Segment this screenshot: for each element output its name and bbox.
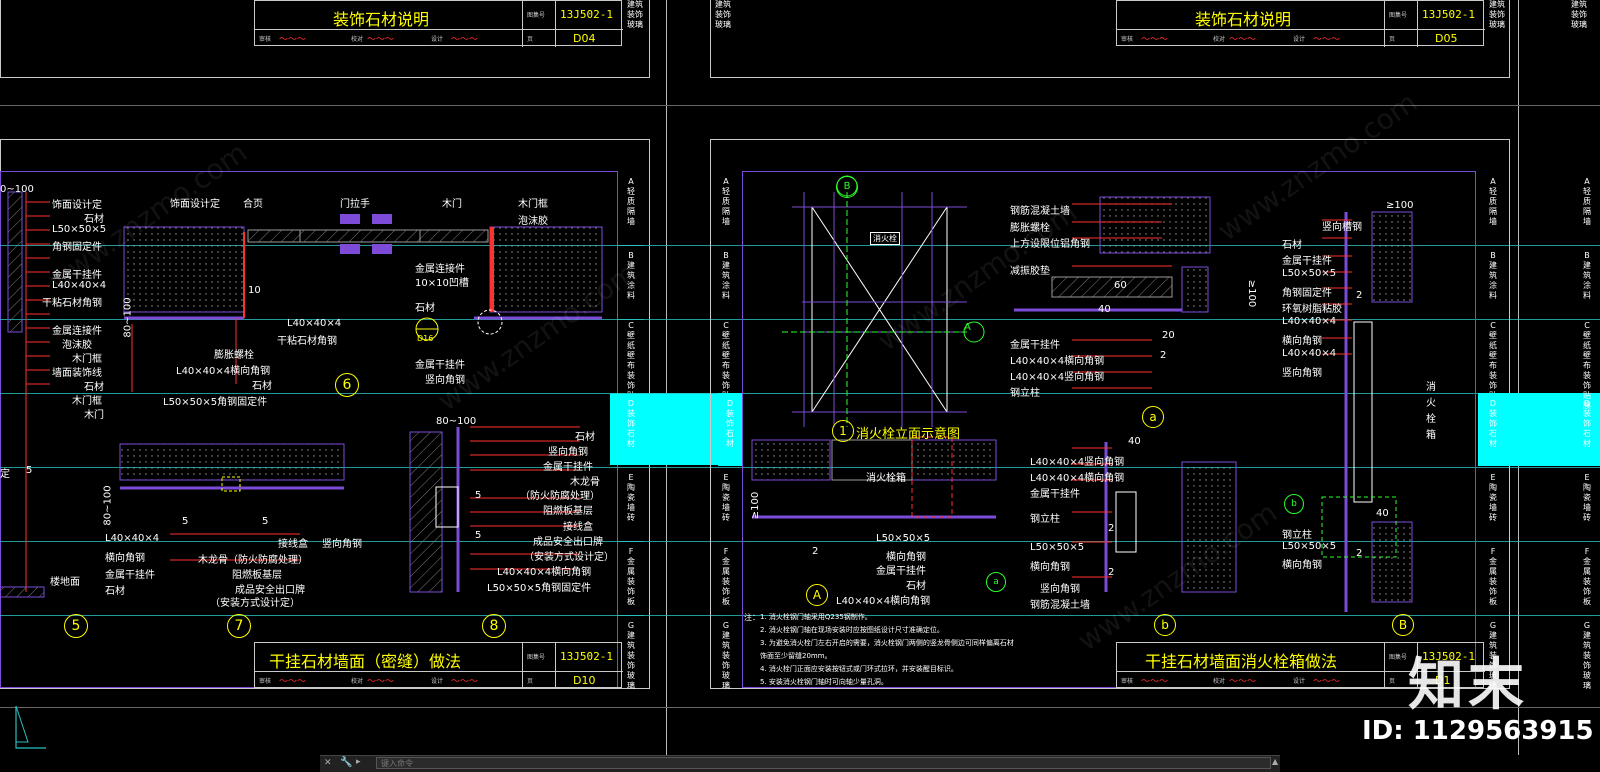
top-tab: 建筑装饰玻璃	[1571, 0, 1587, 29]
detail-number-7: 7	[227, 614, 251, 638]
sheet-title: 干挂石材墙面（密缝）做法	[269, 652, 462, 671]
tab-e[interactable]: E 陶瓷墙砖	[618, 467, 644, 542]
page-number: D05	[1435, 32, 1458, 45]
page-number: D10	[573, 674, 596, 687]
tab-f[interactable]: F 金属装饰板	[618, 541, 644, 616]
wrench-icon[interactable]: 🔧	[340, 757, 352, 768]
signature: 〜〜〜	[1141, 35, 1169, 45]
detail-number-A: A	[806, 584, 828, 606]
detail-number-B: B	[1392, 614, 1414, 636]
elevation-title: 消火栓立面示意图	[856, 427, 961, 442]
signature: 〜〜〜	[1229, 677, 1257, 687]
top-tab: 建筑装饰玻璃	[627, 0, 643, 29]
side-tabs-far-right: A 轻质隔墙 B 建筑涂料 C 壁纸壁布装饰贴膜 E 陶瓷墙砖 F 金属装饰板 G 建筑装饰…	[1583, 177, 1591, 690]
title-block-top-left: 装饰石材说明 图集号 13J502-1 页 D04 审核 校对 设计 〜〜〜 〜…	[254, 0, 623, 47]
detail-number-1: 1	[832, 420, 854, 442]
sheet-title: 干挂石材墙面消火栓箱做法	[1145, 652, 1338, 671]
detail-number-6: 6	[335, 373, 359, 397]
drawing-canvas[interactable]: 装饰石材说明 图集号 13J502-1 页 D04 审核 校对 设计 〜〜〜 〜…	[0, 0, 1600, 755]
side-tabs-left: A轻质隔墙 B建筑涂料 C壁纸壁布装饰贴膜 D装饰石材 E陶瓷墙砖 F金属装饰板…	[610, 171, 730, 690]
chevron-up-icon[interactable]: ▲	[1272, 757, 1278, 766]
signature: 〜〜〜	[451, 677, 479, 687]
notes: 注： 1. 消火栓钢门轴采用Q235钢制作。 2. 消火栓钢门轴在现场安装时应按…	[744, 613, 1014, 686]
top-tab: 建筑装饰玻璃	[1489, 0, 1505, 29]
ref-B[interactable]: B	[836, 176, 858, 198]
separator	[666, 0, 667, 755]
atlas-code: 13J502-1	[560, 8, 613, 21]
ref-A[interactable]: A	[964, 322, 971, 333]
title-block-bottom-left: 干挂石材墙面（密缝）做法 图集号 13J502-1 页 D10 审核 校对 设计…	[254, 642, 623, 689]
signature: 〜〜〜	[451, 35, 479, 45]
atlas-code: 13J502-1	[560, 650, 613, 663]
sheet-title: 装饰石材说明	[333, 10, 430, 29]
page-number: D04	[573, 32, 596, 45]
sheet-title: 装饰石材说明	[1195, 10, 1292, 29]
dim-label: 0~100	[0, 184, 34, 195]
ref-d16[interactable]: D16	[417, 334, 433, 343]
watermark-id: ID: 1129563915	[1362, 716, 1594, 746]
signature: 〜〜〜	[1313, 677, 1341, 687]
atlas-code: 13J502-1	[1422, 8, 1475, 21]
ref-b[interactable]: b	[1284, 494, 1304, 514]
title-block-top-right: 装饰石材说明 图集号 13J502-1 页 D05 审核 校对 设计 〜〜〜 〜…	[1116, 0, 1485, 47]
detail-number-8: 8	[482, 614, 506, 638]
ref-a[interactable]: a	[986, 572, 1006, 592]
command-input[interactable]	[376, 757, 1271, 769]
detail-number-5: 5	[64, 614, 88, 638]
signature: 〜〜〜	[279, 677, 307, 687]
detail-number-a: a	[1142, 406, 1164, 428]
recent-commands-icon[interactable]: ▸	[356, 757, 361, 767]
top-tab: 建筑装饰玻璃	[715, 0, 731, 29]
signature: 〜〜〜	[367, 677, 395, 687]
ucs-icon	[15, 705, 46, 749]
signature: 〜〜〜	[367, 35, 395, 45]
signature: 〜〜〜	[1229, 35, 1257, 45]
separator	[0, 105, 1600, 106]
detail-number-b: b	[1154, 614, 1176, 636]
brand-logo: 知末	[1408, 653, 1528, 718]
hydrant-box-label: 消火栓	[870, 232, 900, 245]
tab-c[interactable]: C壁纸壁布装饰贴膜	[618, 319, 644, 410]
tab-a[interactable]: A 轻质隔墙	[618, 171, 644, 246]
signature: 〜〜〜	[1313, 35, 1341, 45]
close-icon[interactable]: ✕	[324, 758, 332, 768]
signature: 〜〜〜	[1141, 677, 1169, 687]
separator	[0, 707, 1600, 708]
signature: 〜〜〜	[279, 35, 307, 45]
